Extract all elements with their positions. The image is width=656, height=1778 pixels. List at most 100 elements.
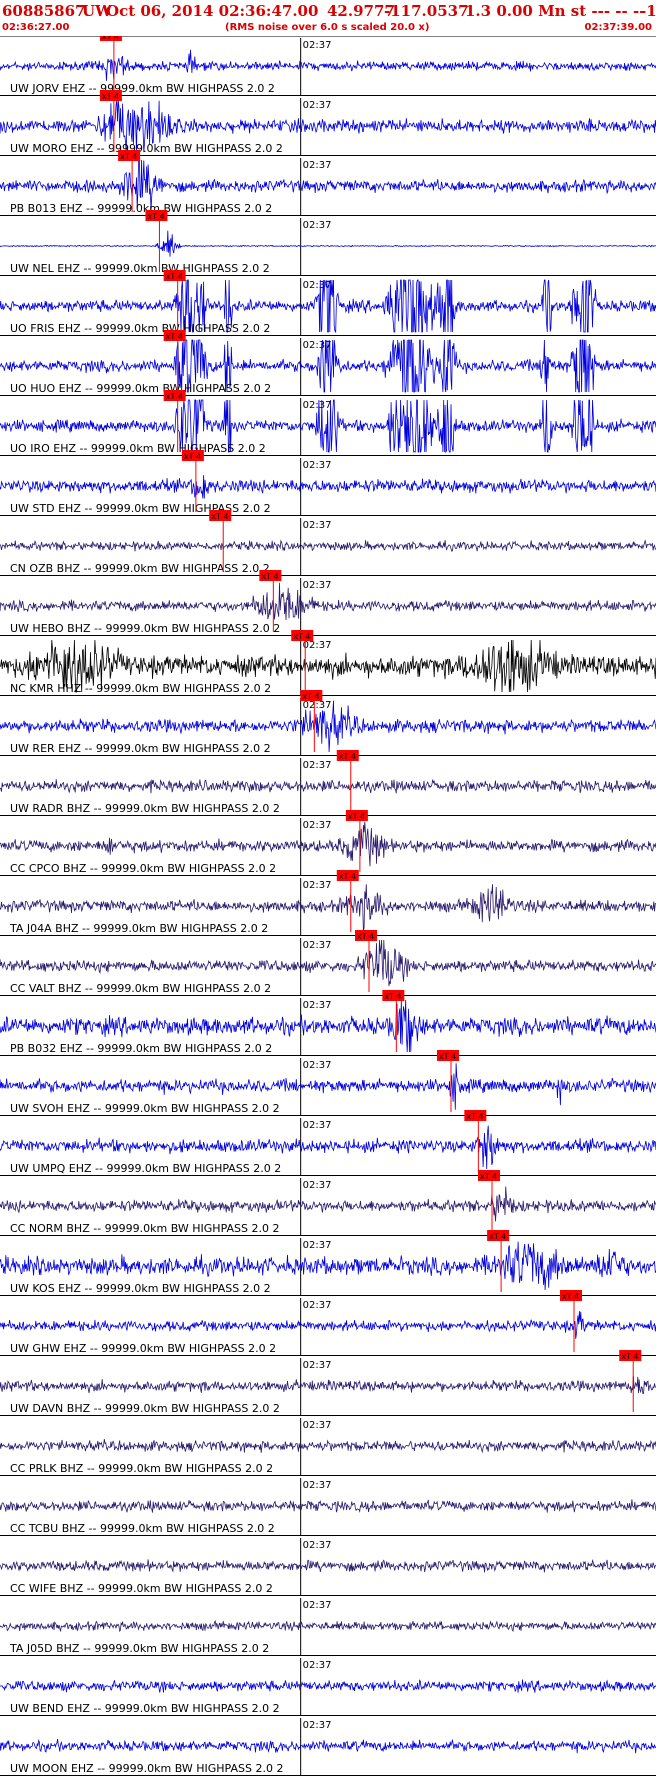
waveform (0, 1499, 656, 1513)
trace-13: 02:37 UW RADR BHZ -- 99999.0km BW HIGHPAS… (0, 750, 656, 816)
station-label: UW DAVN BHZ -- 99999.0km BW HIGHPASS 2.0… (10, 1402, 280, 1415)
trace-26: 02:37 CC WIFE BHZ -- 99999.0km BW HIGHPAS… (0, 1538, 656, 1596)
pick-label: xT 4 (184, 452, 201, 461)
pick-label: xT 4 (120, 152, 137, 161)
waveform (0, 1311, 656, 1339)
station-label: CC PRLK BHZ -- 99999.0km BW HIGHPASS 2.0… (10, 1462, 273, 1475)
trace-14: 02:37 CC CPCO BHZ -- 99999.0km BW HIGHPAS… (0, 810, 656, 876)
station-label: UW SVOH EHZ -- 99999.0km BW HIGHPASS 2.0… (10, 1102, 280, 1115)
pick-label: xT 4 (302, 692, 319, 701)
time-tick-label: 02:37 (303, 40, 332, 51)
pick-label: xT 4 (562, 1292, 579, 1301)
trace-24: 02:37 CC PRLK BHZ -- 99999.0km BW HIGHPAS… (0, 1418, 656, 1476)
trace-2: 02:37 UW MORO EHZ -- 99999.0km BW HIGHPAS… (0, 90, 656, 156)
trace-19: 02:37 UW UMPQ EHZ -- 99999.0km BW HIGHPAS… (0, 1110, 656, 1176)
waveform (0, 49, 656, 81)
waveform (0, 1186, 656, 1222)
trace-16: 02:37 CC VALT BHZ -- 99999.0km BW HIGHPAS… (0, 930, 656, 996)
station-label: PB B032 EHZ -- 99999.0km BW HIGHPASS 2.0… (10, 1042, 272, 1055)
station-label: UO IRO EHZ -- 99999.0km BW HIGHPASS 2.0 … (10, 442, 266, 455)
time-tick-label: 02:37 (303, 1180, 332, 1191)
pick-label: xT 4 (466, 1112, 483, 1121)
waveform (0, 475, 656, 499)
pick-label: xT 4 (339, 872, 356, 881)
station-label: UW NEL EHZ -- 99999.0km BW HIGHPASS 2.0 … (10, 262, 270, 275)
time-tick-label: 02:37 (303, 1420, 332, 1431)
trace-3: 02:37 PB B013 EHZ -- 99999.0km BW HIGHPAS… (0, 150, 656, 216)
time-tick-label: 02:37 (303, 1720, 332, 1731)
trace-10: 02:37 UW HEBO BHZ -- 99999.0km BW HIGHPAS… (0, 570, 656, 636)
waveform (0, 230, 656, 257)
trace-5: 02:37UO FRIS EHZ -- 99999.0km BW HIGHPAS… (0, 270, 656, 336)
pick-label: xT 4 (166, 272, 183, 281)
station-label: UW BEND EHZ -- 99999.0km BW HIGHPASS 2.0… (10, 1702, 280, 1715)
time-tick-label: 02:37 (303, 1000, 332, 1011)
pick-label: xT 4 (339, 752, 356, 761)
start-time: 02:36:27.00 (2, 22, 70, 33)
pick-label: xT 4 (621, 1352, 638, 1361)
station-label: TA J05D BHZ -- 99999.0km BW HIGHPASS 2.0… (9, 1642, 269, 1655)
station-label: UW STD EHZ -- 99999.0km BW HIGHPASS 2.0 … (10, 502, 271, 515)
time-tick-label: 02:37 (303, 1360, 332, 1371)
trace-27: 02:37 TA J05D BHZ -- 99999.0km BW HIGHPAS… (0, 1598, 656, 1656)
time-tick-label: 02:37 (303, 1060, 332, 1071)
waveform (0, 1375, 656, 1394)
pick-label: xT 4 (439, 1052, 456, 1061)
trace-6: 02:37UO HUO EHZ -- 99999.0km BW HIGHPASS… (0, 330, 656, 396)
time-tick-label: 02:37 (303, 1660, 332, 1671)
station-label: CC WIFE BHZ -- 99999.0km BW HIGHPASS 2.0… (10, 1582, 273, 1595)
time-tick-label: 02:37 (303, 460, 332, 471)
pick-label: xT 4 (211, 512, 228, 521)
trace-15: 02:37 TA J04A BHZ -- 99999.0km BW HIGHPAS… (0, 870, 656, 936)
station-label: UW KOS EHZ -- 99999.0km BW HIGHPASS 2.0 … (10, 1282, 271, 1295)
station-label: CC CPCO BHZ -- 99999.0km BW HIGHPASS 2.0… (10, 862, 276, 875)
trace-20: 02:37 CC NORM BHZ -- 99999.0km BW HIGHPAS… (0, 1170, 656, 1236)
pick-label: xT 4 (348, 812, 365, 821)
waveform (0, 1559, 656, 1573)
time-tick-label: 02:37 (303, 880, 332, 891)
time-tick-label: 02:37 (303, 580, 332, 591)
pick-label: xT 4 (166, 392, 183, 401)
trace-9: 02:37 CN OZB BHZ -- 99999.0km BW HIGHPASS… (0, 510, 656, 576)
station-label: UW HEBO BHZ -- 99999.0km BW HIGHPASS 2.0… (10, 622, 280, 635)
time-tick-label: 02:37 (303, 820, 332, 831)
trace-21: 02:37 UW KOS EHZ -- 99999.0km BW HIGHPASS… (0, 1230, 656, 1296)
time-tick-label: 02:37 (303, 220, 332, 231)
trace-11: 02:37 NC KMR HHZ -- 99999.0km BW HIGHPASS… (0, 630, 656, 696)
pick-label: xT 4 (384, 992, 401, 1001)
trace-1: 02:37 UW JORV EHZ -- 99999.0km BW HIGHPAS… (0, 36, 656, 96)
time-tick-label: 02:37 (303, 160, 332, 171)
time-tick-label: 02:37 (303, 100, 332, 111)
trace-4: 02:37 UW NEL EHZ -- 99999.0km BW HIGHPASS… (0, 210, 656, 276)
trace-12: 02:37 UW RER EHZ -- 99999.0km BW HIGHPASS… (0, 690, 656, 756)
time-tick-label: 02:37 (303, 520, 332, 531)
trace-22: 02:37 UW GHW EHZ -- 99999.0km BW HIGHPASS… (0, 1290, 656, 1356)
station-label: PB B013 EHZ -- 99999.0km BW HIGHPASS 2.0… (10, 202, 272, 215)
pick-label: xT 4 (102, 92, 119, 101)
pick-label: xT 4 (489, 1232, 506, 1241)
waveform (0, 1620, 656, 1633)
waveform (0, 539, 656, 552)
station-label: CC NORM BHZ -- 99999.0km BW HIGHPASS 2.0… (10, 1222, 279, 1235)
station-label: UO HUO EHZ -- 99999.0km BW HIGHPASS 2.0 … (10, 382, 271, 395)
station-label: UW RER EHZ -- 99999.0km BW HIGHPASS 2.0 … (10, 742, 271, 755)
origin-time: Oct 06, 2014 02:36:47.00 (106, 2, 319, 20)
time-tick-label: 02:37 (303, 760, 332, 771)
station-label: UW MOON EHZ -- 99999.0km BW HIGHPASS 2.0… (10, 1762, 283, 1775)
header-tail: -1 (640, 2, 656, 20)
header: 60885867 UW Oct 06, 2014 02:36:47.00 42.… (0, 0, 656, 36)
time-tick-label: 02:37 (303, 400, 332, 411)
pick-label: xT 4 (293, 632, 310, 641)
time-tick-label: 02:37 (303, 940, 332, 951)
seismogram-plot: 02:37 UW JORV EHZ -- 99999.0km BW HIGHPAS… (0, 36, 656, 1776)
waveform (0, 1679, 656, 1693)
pick-label: xT 4 (147, 212, 164, 221)
waveform (0, 779, 656, 794)
station-label: UW UMPQ EHZ -- 99999.0km BW HIGHPASS 2.0… (10, 1162, 281, 1175)
station-label: UO FRIS EHZ -- 99999.0km BW HIGHPASS 2.0… (10, 322, 270, 335)
trace-29: 02:37 UW MOON EHZ -- 99999.0km BW HIGHPAS… (0, 1718, 656, 1776)
longitude: -117.0537 (384, 2, 469, 20)
trace-18: 02:37 UW SVOH EHZ -- 99999.0km BW HIGHPAS… (0, 1050, 656, 1116)
pick-label: xT 4 (102, 36, 119, 41)
time-tick-label: 02:37 (303, 1540, 332, 1551)
